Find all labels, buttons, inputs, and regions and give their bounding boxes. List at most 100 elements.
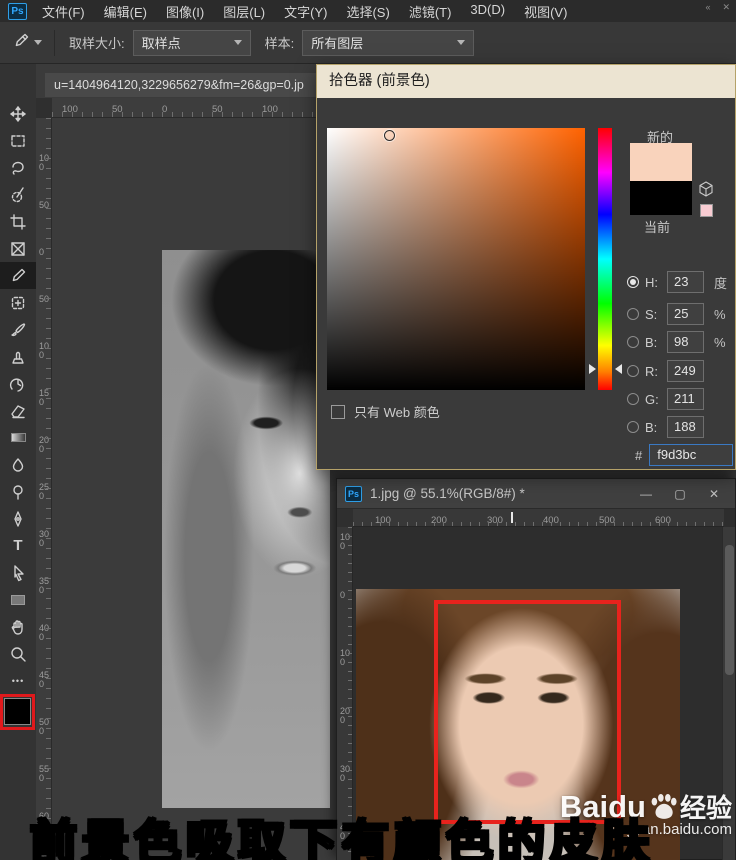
menu-item[interactable]: 滤镜(T): [409, 2, 452, 21]
radio-b2[interactable]: [627, 421, 639, 433]
doc1-vertical-ruler: 100 50 0 50 100 150 200 250 300 350 400 450 500 550 60…: [36, 118, 52, 860]
b2-label: B:: [645, 419, 658, 435]
ruler-number: 100: [39, 153, 50, 173]
sample-layers-value: 所有图层: [311, 36, 364, 51]
checkbox-icon[interactable]: [331, 404, 345, 419]
b2-value-input[interactable]: 188: [667, 416, 704, 438]
ruler-number: 500: [599, 515, 615, 526]
crop-tool[interactable]: [0, 208, 36, 235]
rect-marquee-tool[interactable]: [0, 127, 36, 154]
hue-slider[interactable]: [598, 128, 612, 390]
gradient-tool[interactable]: [0, 424, 36, 451]
radio-b[interactable]: [627, 336, 639, 348]
photoshop-app: Ps 文件(F) 编辑(E) 图像(I) 图层(L) 文字(Y) 选择(S) 滤镜(T) 3D…: [0, 0, 736, 860]
web-colors-only-option[interactable]: 只有 Web 颜色: [331, 402, 440, 421]
ruler-number: 100: [262, 104, 278, 115]
move-tool[interactable]: [0, 100, 36, 127]
menu-item[interactable]: 文件(F): [42, 2, 85, 21]
document1-title-tab[interactable]: u=1404964120,3229656279&fm=26&gp=0.jp: [45, 73, 327, 97]
menu-item[interactable]: 编辑(E): [104, 2, 147, 21]
ruler-number: 50: [112, 104, 123, 115]
eyedropper-tool-icon[interactable]: [12, 32, 30, 53]
color-field-marker[interactable]: [384, 130, 395, 141]
ruler-corner: [337, 509, 353, 527]
sample-size-label: 取样大小:: [69, 36, 125, 51]
menu-item[interactable]: 图层(L): [223, 2, 265, 21]
dialog-title[interactable]: 拾色器 (前景色): [317, 65, 735, 98]
healing-patch-tool[interactable]: [0, 289, 36, 316]
ruler-number: 50: [212, 104, 223, 115]
chevron-down-icon: [457, 40, 466, 45]
frame-tool[interactable]: [0, 235, 36, 262]
sample-size-dropdown[interactable]: 取样点: [132, 29, 251, 56]
dodge-tool[interactable]: [0, 478, 36, 505]
sample-layers-dropdown[interactable]: 所有图层: [302, 29, 475, 56]
grayscale-portrait-image[interactable]: [162, 250, 330, 808]
separator: [54, 29, 55, 56]
chevron-down-icon: [233, 40, 242, 45]
rgb-b-row: B: 188: [627, 416, 704, 438]
s-unit: %: [714, 306, 726, 322]
ruler-number: 500: [39, 717, 50, 737]
ruler-number: 200: [340, 706, 351, 726]
minimize-icon[interactable]: —: [633, 487, 659, 501]
path-select-tool[interactable]: [0, 559, 36, 586]
g-value-input[interactable]: 211: [667, 388, 704, 410]
ruler-number: 150: [39, 388, 50, 408]
rectangle-tool[interactable]: [0, 586, 36, 613]
new-color-swatch: [630, 143, 692, 181]
hex-value-input[interactable]: f9d3bc: [649, 444, 734, 466]
ruler-number: 250: [39, 482, 50, 502]
b-value-input[interactable]: 98: [667, 331, 704, 353]
doc2-title: 1.jpg @ 55.1%(RGB/8#) *: [370, 486, 525, 501]
menu-item[interactable]: 3D(D): [470, 2, 505, 21]
menu-item[interactable]: 文字(Y): [284, 2, 327, 21]
ruler-number: 0: [162, 104, 168, 115]
eyedropper-tool[interactable]: [0, 262, 36, 289]
radio-h[interactable]: [627, 276, 639, 288]
menu-item[interactable]: 选择(S): [346, 2, 389, 21]
maximize-icon[interactable]: ▢: [667, 487, 693, 501]
tool-preset-chevron-icon[interactable]: [34, 40, 42, 45]
radio-r[interactable]: [627, 365, 639, 377]
menu-item[interactable]: 视图(V): [524, 2, 567, 21]
menu-item[interactable]: 图像(I): [166, 2, 204, 21]
web-color-cube-icon[interactable]: [698, 181, 714, 197]
hue-slider-arrow-right[interactable]: [615, 364, 622, 374]
h-label: H:: [645, 274, 658, 290]
h-value-input[interactable]: 23: [667, 271, 704, 293]
ruler-number: 400: [543, 515, 559, 526]
doc2-title-bar[interactable]: Ps 1.jpg @ 55.1%(RGB/8#) * — ▢ ✕: [337, 479, 735, 509]
brush-tool[interactable]: [0, 316, 36, 343]
eraser-tool[interactable]: [0, 397, 36, 424]
scrollbar-thumb[interactable]: [725, 545, 734, 675]
blur-tool[interactable]: [0, 451, 36, 478]
lasso-tool[interactable]: [0, 154, 36, 181]
type-tool[interactable]: T: [0, 532, 36, 559]
r-value-input[interactable]: 249: [667, 360, 704, 382]
hand-tool[interactable]: [0, 613, 36, 640]
radio-s[interactable]: [627, 308, 639, 320]
sample-size-value: 取样点: [141, 36, 181, 51]
saturation-brightness-field[interactable]: [327, 128, 585, 390]
sample-label: 样本:: [264, 36, 295, 51]
close-icon[interactable]: ✕: [701, 487, 727, 501]
clone-stamp-tool[interactable]: [0, 343, 36, 370]
ruler-number: 100: [340, 648, 351, 668]
collapse-icon[interactable]: «: [705, 2, 710, 13]
quick-select-tool[interactable]: [0, 181, 36, 208]
ruler-number: 300: [487, 515, 503, 526]
web-safe-color-swatch[interactable]: [700, 204, 713, 217]
hue-slider-arrow-left[interactable]: [589, 364, 596, 374]
more-tools[interactable]: •••: [0, 667, 36, 694]
current-color-label: 当前: [644, 220, 671, 235]
pen-tool[interactable]: [0, 505, 36, 532]
radio-g[interactable]: [627, 393, 639, 405]
zoom-tool[interactable]: [0, 640, 36, 667]
doc2-horizontal-ruler: 100 200 300 400 500 600: [353, 509, 724, 527]
ruler-number: 400: [39, 623, 50, 643]
hex-row: # f9d3bc: [635, 444, 734, 466]
history-brush-tool[interactable]: [0, 370, 36, 397]
close-icon[interactable]: ✕: [722, 2, 730, 13]
s-value-input[interactable]: 25: [667, 303, 704, 325]
